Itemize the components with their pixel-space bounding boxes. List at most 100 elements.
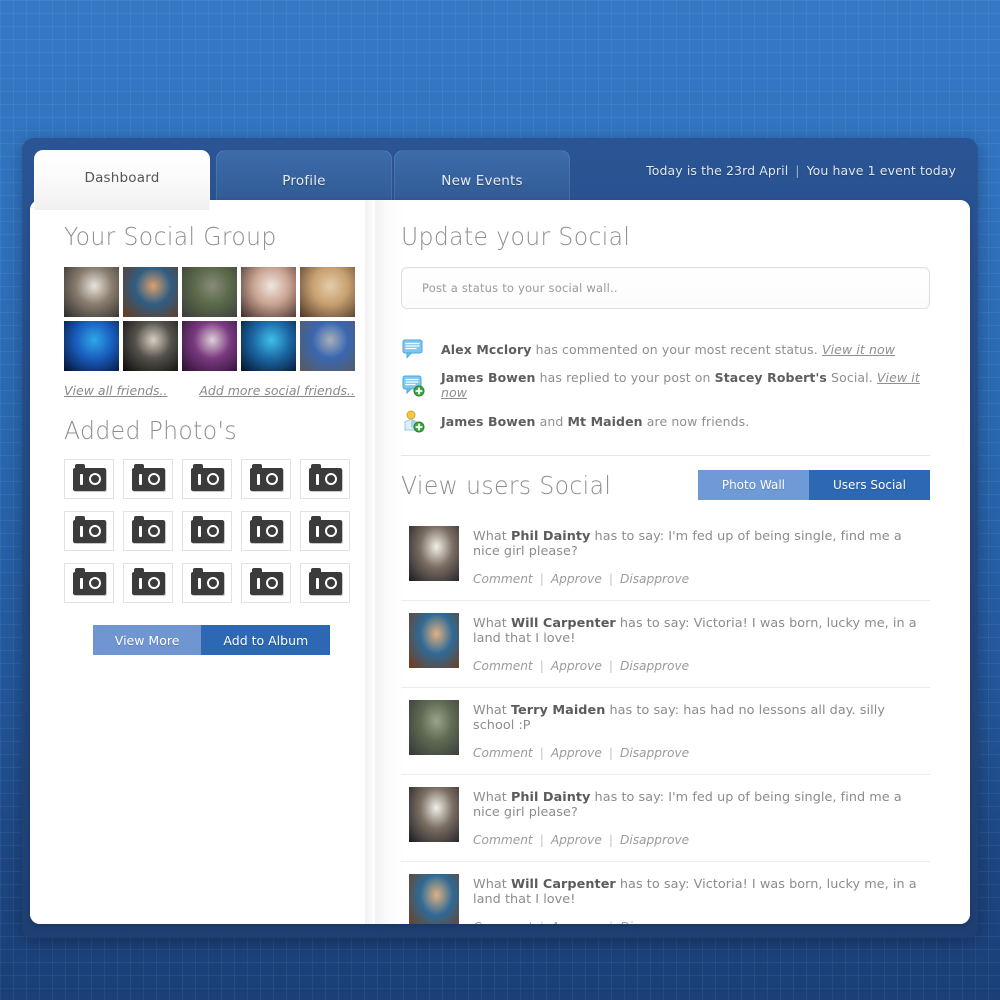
comment-reply-icon [401,373,425,397]
added-photo-cell[interactable] [182,511,232,551]
post-author: Terry Maiden [510,703,606,718]
notification-actor: James Bowen [441,370,536,385]
tab-dashboard[interactable]: Dashboard [34,150,210,210]
post-action-comment[interactable]: Comment [473,572,533,586]
friend-thumb-3[interactable] [182,267,237,317]
toggle-photo-wall[interactable]: Photo Wall [697,470,809,500]
notification-actor: Alex Mcclory [441,341,532,357]
post-avatar[interactable] [409,874,459,924]
post-actions: Comment | Approve | Disapprove [473,833,930,847]
action-separator: | [539,746,544,760]
friend-thumb-6[interactable] [64,321,119,371]
camera-icon [190,463,224,491]
action-separator: | [602,920,620,924]
notification-item: Alex Mcclory has commented on your most … [401,331,930,367]
friend-thumb-8[interactable] [182,321,237,371]
post-text: What Will Carpenter has to say: Victoria… [473,877,917,907]
post-avatar[interactable] [409,700,459,755]
social-group-title: Your Social Group [64,222,277,251]
post-avatar[interactable] [409,526,459,581]
added-photo-cell[interactable] [123,511,173,551]
post-avatar[interactable] [409,787,459,842]
added-photo-cell[interactable] [64,459,114,499]
post-action-disapprove[interactable]: Disapprove [620,833,689,847]
post-action-comment[interactable]: Comment [473,920,533,924]
added-photo-cell[interactable] [64,563,114,603]
toggle-users-social[interactable]: Users Social [809,470,930,500]
add-to-album-button[interactable]: Add to Album [201,625,331,655]
notification-text: Alex Mcclory has commented on your most … [441,341,896,357]
friend-thumb-1[interactable] [64,267,119,317]
camera-icon [308,567,342,595]
notification-actor: James Bowen [441,413,536,429]
post-action-disapprove[interactable]: Disapprove [620,920,689,924]
friend-thumb-4[interactable] [241,267,296,317]
post-body: What Terry Maiden has to say: has had no… [459,700,930,760]
post-author: Phil Dainty [510,790,591,805]
post-action-comment[interactable]: Comment [473,746,533,760]
view-more-photos-button[interactable]: View More [92,625,202,655]
post-action-approve[interactable]: Approve [551,572,602,586]
post-action-comment[interactable]: Comment [473,659,533,673]
camera-icon [72,567,106,595]
added-photos-grid [64,459,359,603]
social-post: What Terry Maiden has to say: has had no… [401,688,930,775]
post-action-comment[interactable]: Comment [473,833,533,847]
header-date: Today is the 23rd April [646,163,789,178]
status-update-box[interactable] [401,267,930,309]
added-photo-cell[interactable] [241,459,291,499]
added-photo-cell[interactable] [300,563,350,603]
status-input[interactable] [422,281,909,295]
notification-item: James Bowen and Mt Maiden are now friend… [401,403,930,439]
camera-icon [131,463,165,491]
friend-thumb-2[interactable] [123,267,178,317]
notification-text: James Bowen and Mt Maiden are now friend… [441,413,750,429]
post-body: What Phil Dainty has to say: I'm fed up … [459,526,930,586]
friend-thumb-10[interactable] [300,321,355,371]
post-actions: Comment | Approve | Disapprove [473,746,930,760]
post-actions: Comment | Approve | Disapprove [473,572,930,586]
added-photo-cell[interactable] [300,459,350,499]
tab-dashboard-label: Dashboard [84,169,160,186]
add-social-friends-link[interactable]: Add more social friends.. [199,383,355,398]
added-photo-cell[interactable] [123,459,173,499]
friend-links: View all friends.. Add more social frien… [64,383,355,398]
friend-thumb-5[interactable] [300,267,355,317]
camera-icon [190,567,224,595]
camera-icon [249,567,283,595]
action-separator: | [608,746,613,760]
header-info: Today is the 23rd April | You have 1 event… [646,163,956,178]
notification-view-link[interactable]: View it now [822,342,895,357]
notification-text: James Bowen has replied to your post on … [441,370,920,400]
notification-actor-secondary: Mt Maiden [567,413,643,429]
added-photo-cell[interactable] [182,563,232,603]
post-action-approve[interactable]: Approve [551,746,602,760]
added-photo-cell[interactable] [241,563,291,603]
added-photo-cell[interactable] [64,511,114,551]
social-post-list: What Phil Dainty has to say: I'm fed up … [401,514,930,924]
main-content: Update your Social Alex Mcclory has comm… [375,200,970,924]
post-action-disapprove[interactable]: Disapprove [620,746,689,760]
added-photo-cell[interactable] [182,459,232,499]
post-action-disapprove[interactable]: Disapprove [620,659,689,673]
add-friend-icon [401,409,425,433]
camera-icon [72,515,106,543]
friend-thumb-9[interactable] [241,321,296,371]
friend-thumb-7[interactable] [123,321,178,371]
post-text: What Phil Dainty has to say: I'm fed up … [473,790,902,820]
post-avatar[interactable] [409,613,459,668]
added-photo-cell[interactable] [123,563,173,603]
added-photo-cell[interactable] [300,511,350,551]
post-text: What Terry Maiden has to say: has had no… [473,703,885,733]
view-all-friends-link[interactable]: View all friends.. [64,383,168,398]
post-action-approve[interactable]: Approve [551,920,602,924]
camera-icon [249,463,283,491]
users-social-title: View users Social [401,470,612,500]
notification-actor-secondary: Stacey Robert's [714,370,827,385]
post-action-approve[interactable]: Approve [551,659,602,673]
added-photo-cell[interactable] [241,511,291,551]
post-action-disapprove[interactable]: Disapprove [620,572,689,586]
post-action-approve[interactable]: Approve [551,833,602,847]
friend-thumbnail-grid [64,267,355,371]
camera-icon [308,463,342,491]
